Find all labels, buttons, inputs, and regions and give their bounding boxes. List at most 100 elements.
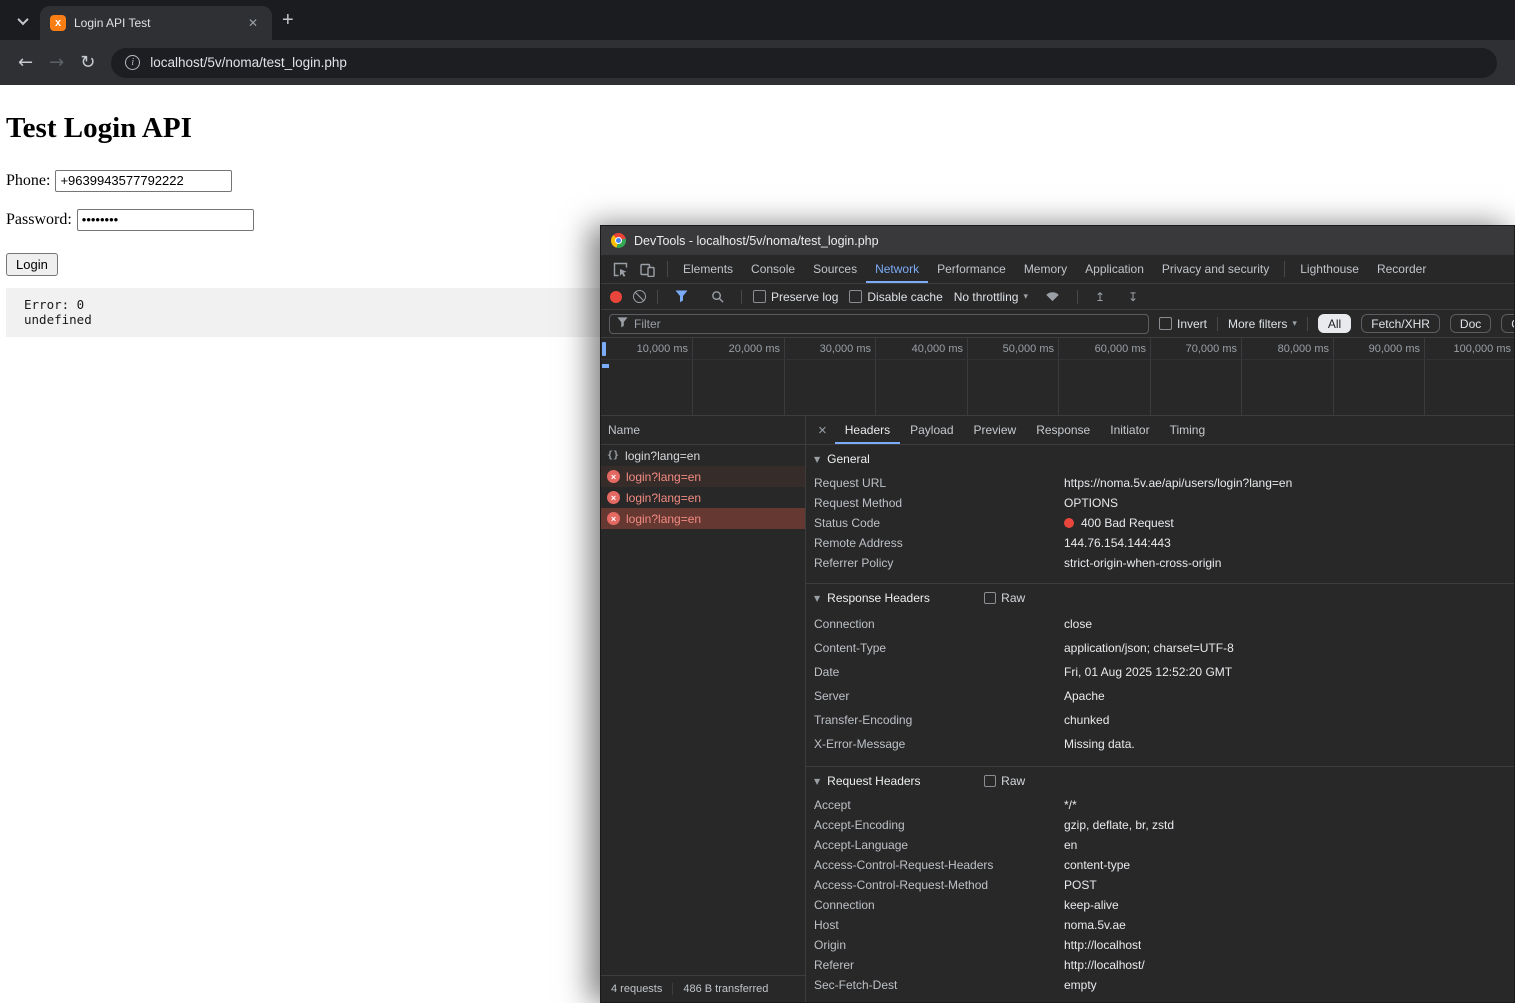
network-filter-bar: Invert More filters ▾ All Fetch/XHR Doc … bbox=[601, 310, 1514, 338]
request-error-icon: × bbox=[607, 491, 620, 504]
filter-input-box[interactable] bbox=[609, 314, 1149, 334]
tab-network[interactable]: Network bbox=[866, 255, 928, 283]
preserve-log-toggle[interactable]: Preserve log bbox=[753, 290, 838, 304]
xampp-favicon-icon: x bbox=[50, 15, 66, 31]
timeline-tick: 40,000 ms bbox=[912, 343, 967, 355]
tab-search-button[interactable] bbox=[10, 8, 36, 34]
phone-label: Phone: bbox=[6, 172, 50, 190]
clear-network-log-icon[interactable] bbox=[633, 290, 646, 303]
detail-tab-initiator[interactable]: Initiator bbox=[1100, 416, 1159, 444]
request-row[interactable]: × login?lang=en bbox=[601, 487, 805, 508]
back-icon[interactable]: ← bbox=[18, 54, 33, 72]
divider bbox=[1284, 261, 1285, 277]
network-conditions-icon[interactable] bbox=[1039, 291, 1066, 302]
filter-chip-doc[interactable]: Doc bbox=[1450, 314, 1491, 333]
timeline-tick: 10,000 ms bbox=[637, 343, 692, 355]
browser-tab[interactable]: x Login API Test ✕ bbox=[40, 6, 272, 40]
divider bbox=[1217, 317, 1218, 331]
forward-icon[interactable]: → bbox=[49, 54, 64, 72]
throttling-select[interactable]: No throttling ▾ bbox=[954, 290, 1028, 304]
tab-lighthouse[interactable]: Lighthouse bbox=[1291, 255, 1368, 283]
new-tab-button[interactable]: + bbox=[282, 9, 294, 32]
detail-tab-headers[interactable]: Headers bbox=[835, 416, 900, 444]
request-error-icon: × bbox=[607, 470, 620, 483]
request-error-icon: × bbox=[607, 512, 620, 525]
reload-icon[interactable]: ↻ bbox=[80, 54, 95, 72]
tab-recorder[interactable]: Recorder bbox=[1368, 255, 1435, 283]
preserve-log-checkbox[interactable] bbox=[753, 290, 766, 303]
requests-name-column-header[interactable]: Name bbox=[601, 416, 805, 445]
browser-toolbar: ← → ↻ i localhost/5v/noma/test_login.php bbox=[0, 40, 1515, 85]
filter-chip-fetch-xhr[interactable]: Fetch/XHR bbox=[1361, 314, 1440, 333]
import-har-icon[interactable]: ↥ bbox=[1089, 290, 1111, 304]
inspect-element-icon[interactable] bbox=[607, 262, 634, 277]
search-icon[interactable] bbox=[705, 290, 730, 303]
section-general-header[interactable]: ▼ General bbox=[806, 445, 1514, 473]
network-main: Name {} login?lang=en × login?lang=en × … bbox=[601, 416, 1514, 1002]
record-icon[interactable] bbox=[610, 291, 622, 303]
request-raw-toggle[interactable]: Raw bbox=[984, 774, 1025, 788]
export-har-icon[interactable]: ↧ bbox=[1122, 290, 1144, 304]
filter-chip-css[interactable]: CSS bbox=[1501, 314, 1514, 333]
invert-checkbox[interactable] bbox=[1159, 317, 1172, 330]
header-row: Connection keep-alive bbox=[806, 895, 1514, 915]
detail-tab-response[interactable]: Response bbox=[1026, 416, 1100, 444]
browser-window: x Login API Test ✕ + ← → ↻ i localhost/5… bbox=[0, 0, 1515, 85]
devtools-titlebar[interactable]: DevTools - localhost/5v/noma/test_login.… bbox=[601, 226, 1514, 255]
detail-tab-bar: × Headers Payload Preview Response Initi… bbox=[806, 416, 1514, 445]
invert-toggle[interactable]: Invert bbox=[1159, 317, 1207, 331]
header-row: Request Method OPTIONS bbox=[806, 493, 1514, 513]
timeline-activity-marker bbox=[602, 342, 606, 356]
chevron-down-icon bbox=[17, 14, 28, 25]
header-row: Access-Control-Request-Headers content-t… bbox=[806, 855, 1514, 875]
password-input[interactable] bbox=[77, 209, 254, 231]
header-row-status-code: Status Code 400 Bad Request bbox=[806, 513, 1514, 533]
disable-cache-toggle[interactable]: Disable cache bbox=[849, 290, 942, 304]
tab-sources[interactable]: Sources bbox=[804, 255, 866, 283]
timeline-tick: 30,000 ms bbox=[820, 343, 875, 355]
requests-list: {} login?lang=en × login?lang=en × login… bbox=[601, 445, 805, 975]
chevron-down-icon: ▾ bbox=[1023, 292, 1028, 302]
address-bar[interactable]: i localhost/5v/noma/test_login.php bbox=[111, 48, 1497, 78]
request-row[interactable]: × login?lang=en bbox=[601, 466, 805, 487]
phone-input[interactable] bbox=[55, 170, 232, 192]
device-toolbar-icon[interactable] bbox=[634, 262, 661, 277]
request-row-selected[interactable]: × login?lang=en bbox=[601, 508, 805, 529]
tab-close-icon[interactable]: ✕ bbox=[244, 14, 262, 32]
detail-tab-preview[interactable]: Preview bbox=[964, 416, 1027, 444]
tab-elements[interactable]: Elements bbox=[674, 255, 742, 283]
tab-privacy-and-security[interactable]: Privacy and security bbox=[1153, 255, 1278, 283]
login-button[interactable]: Login bbox=[6, 253, 58, 276]
chrome-logo-icon bbox=[611, 233, 626, 248]
tab-console[interactable]: Console bbox=[742, 255, 804, 283]
filter-chip-all[interactable]: All bbox=[1318, 314, 1351, 333]
filter-toggle-icon[interactable] bbox=[669, 290, 694, 303]
request-row[interactable]: {} login?lang=en bbox=[601, 445, 805, 466]
header-row: Origin http://localhost bbox=[806, 935, 1514, 955]
tab-memory[interactable]: Memory bbox=[1015, 255, 1076, 283]
header-row: Content-Type application/json; charset=U… bbox=[806, 636, 1514, 660]
filter-input[interactable] bbox=[634, 317, 1141, 331]
response-raw-checkbox[interactable] bbox=[984, 592, 996, 604]
tab-application[interactable]: Application bbox=[1076, 255, 1153, 283]
response-raw-toggle[interactable]: Raw bbox=[984, 591, 1025, 605]
timeline-tick: 80,000 ms bbox=[1278, 343, 1333, 355]
header-row: Connection close bbox=[806, 612, 1514, 636]
request-raw-checkbox[interactable] bbox=[984, 775, 996, 787]
more-filters-dropdown[interactable]: More filters ▾ bbox=[1228, 317, 1297, 331]
site-info-icon[interactable]: i bbox=[125, 55, 140, 70]
disable-cache-checkbox[interactable] bbox=[849, 290, 862, 303]
detail-tab-payload[interactable]: Payload bbox=[900, 416, 963, 444]
close-detail-icon[interactable]: × bbox=[810, 422, 835, 439]
section-response-headers-header[interactable]: ▼ Response Headers Raw bbox=[806, 584, 1514, 612]
json-doc-icon: {} bbox=[607, 450, 619, 461]
disclosure-triangle-icon: ▼ bbox=[814, 777, 820, 786]
detail-tab-timing[interactable]: Timing bbox=[1160, 416, 1216, 444]
section-response-headers: ▼ Response Headers Raw Connection close … bbox=[806, 583, 1514, 766]
header-row: X-Error-Message Missing data. bbox=[806, 732, 1514, 756]
tab-performance[interactable]: Performance bbox=[928, 255, 1015, 283]
network-overview-timeline[interactable]: 10,000 ms 20,000 ms 30,000 ms 40,000 ms … bbox=[601, 338, 1514, 416]
divider bbox=[741, 290, 742, 304]
header-row: Date Fri, 01 Aug 2025 12:52:20 GMT bbox=[806, 660, 1514, 684]
section-request-headers-header[interactable]: ▼ Request Headers Raw bbox=[806, 767, 1514, 795]
